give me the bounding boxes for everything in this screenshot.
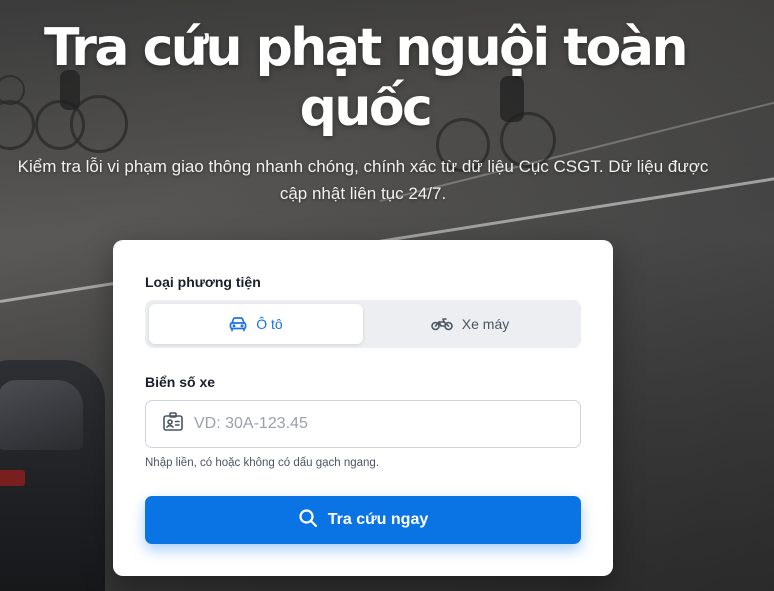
car-taillight <box>0 470 25 486</box>
search-icon <box>298 508 318 533</box>
search-button[interactable]: Tra cứu ngay <box>145 496 581 544</box>
car-icon <box>229 316 247 332</box>
plate-label: Biển số xe <box>145 374 216 390</box>
vehicle-type-label: Loại phương tiện <box>145 274 261 290</box>
motorbike-icon <box>430 317 453 331</box>
page-subtitle: Kiểm tra lỗi vi phạm giao thông nhanh ch… <box>17 157 709 203</box>
plate-field[interactable] <box>145 400 581 448</box>
vehicle-option-label: Ô tô <box>256 316 283 332</box>
vehicle-type-toggle: Ô tô Xe máy <box>145 300 581 348</box>
plate-input[interactable] <box>194 415 564 433</box>
vehicle-option-car[interactable]: Ô tô <box>149 304 363 344</box>
search-button-label: Tra cứu ngay <box>327 511 429 528</box>
id-card-icon <box>162 411 184 438</box>
car-window <box>0 380 83 450</box>
lookup-card: Loại phương tiện Ô tô Xe máy Biển số xe … <box>113 240 613 576</box>
page-title: Tra cứu phạt nguội toàn quốc <box>44 18 688 138</box>
parked-car <box>0 360 105 591</box>
vehicle-option-label: Xe máy <box>461 316 510 332</box>
vehicle-option-motorbike[interactable]: Xe máy <box>363 304 577 344</box>
plate-hint: Nhập liền, có hoặc không có dấu gạch nga… <box>145 457 380 469</box>
